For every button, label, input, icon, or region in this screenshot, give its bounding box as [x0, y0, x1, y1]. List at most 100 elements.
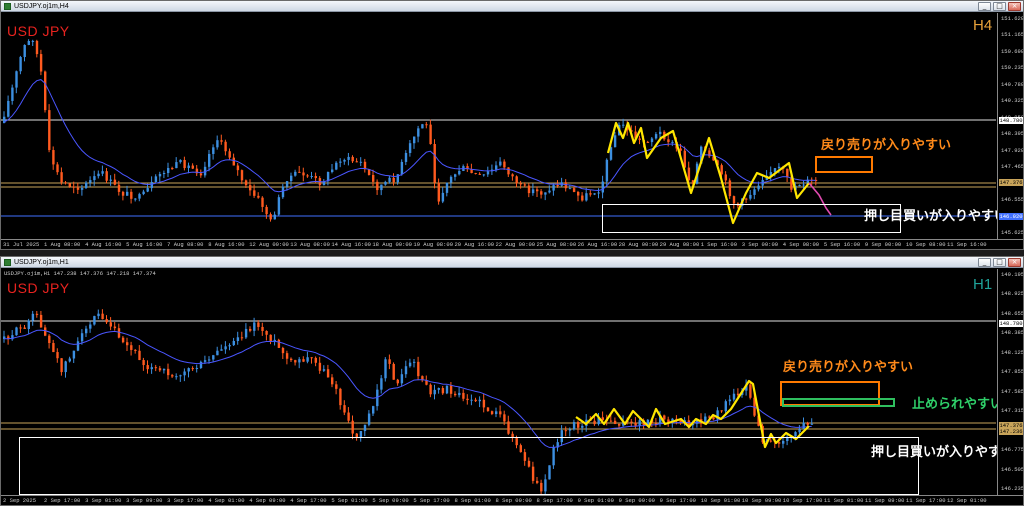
time-tick-label: 14 Aug 16:00 [331, 241, 371, 248]
time-tick-label: 11 Sep 17:00 [905, 497, 946, 504]
bull-candle [777, 166, 781, 169]
window-titlebar[interactable]: USDJPY.oj1m,H4 _ □ × [1, 1, 1023, 12]
support-annotation: 押し目買いが入りやすい [864, 209, 1008, 224]
bear-candle [253, 190, 256, 196]
bear-candle [613, 420, 617, 425]
bear-candle [388, 359, 391, 364]
minimize-button[interactable]: _ [978, 2, 991, 11]
bull-candle [572, 422, 576, 430]
maximize-button[interactable]: □ [993, 2, 1006, 11]
bear-candle [269, 334, 272, 342]
bear-candle [68, 183, 71, 187]
time-tick-label: 3 Sep 17:00 [167, 497, 204, 504]
bear-candle [732, 196, 736, 204]
bull-candle [331, 169, 334, 172]
bear-candle [35, 40, 39, 55]
window-titlebar[interactable]: USDJPY.oj1m,H1 _ □ × [1, 257, 1023, 268]
sell-zone-box [815, 156, 873, 173]
bear-candle [503, 414, 506, 422]
bull-candle [417, 128, 420, 137]
price-tick-label: 147.855 [1001, 368, 1024, 376]
time-tick-label: 2 Sep 17:00 [44, 497, 81, 504]
bear-candle [19, 327, 22, 329]
bull-candle [31, 313, 35, 321]
bear-candle [56, 352, 59, 359]
bull-candle [162, 368, 166, 371]
bull-candle [208, 359, 211, 361]
bull-candle [7, 100, 10, 117]
time-tick-label: 4 Sep 08:00 [782, 241, 820, 248]
bear-candle [527, 185, 531, 194]
bear-candle [372, 175, 375, 182]
bear-candle [265, 330, 268, 335]
bear-candle [449, 385, 453, 394]
bear-candle [335, 384, 338, 389]
bear-candle [474, 173, 477, 175]
bear-candle [60, 172, 63, 183]
time-tick-label: 20 Aug 16:00 [454, 241, 495, 248]
bear-candle [556, 185, 559, 187]
bull-candle [413, 136, 416, 144]
price-tick-label: 151.165 [1001, 31, 1024, 39]
bull-candle [126, 191, 129, 196]
bear-candle [749, 384, 752, 398]
price-tick-label: 147.920 [1001, 146, 1024, 154]
bull-candle [380, 378, 383, 390]
minimize-button[interactable]: _ [978, 258, 991, 267]
chart-window-h1[interactable]: USDJPY.oj1m,H1 _ □ × USDJPY.oj1m,H1 147.… [0, 256, 1024, 506]
close-button[interactable]: × [1008, 258, 1021, 267]
bear-candle [581, 195, 584, 201]
time-tick-label: 8 Sep 01:00 [454, 497, 491, 504]
bear-candle [536, 189, 539, 192]
bear-candle [523, 184, 527, 186]
bull-candle [277, 197, 281, 215]
bull-candle [622, 124, 625, 126]
bear-candle [482, 399, 486, 408]
bull-candle [31, 40, 35, 42]
time-tick-label: 8 Sep 09:00 [495, 497, 532, 504]
maximize-button[interactable]: □ [993, 258, 1006, 267]
bull-candle [613, 135, 617, 148]
bear-candle [240, 337, 244, 339]
bull-candle [749, 194, 752, 199]
bull-candle [458, 171, 461, 175]
bull-candle [458, 392, 461, 396]
bull-candle [372, 406, 375, 414]
bull-candle [154, 176, 158, 183]
bull-candle [232, 341, 235, 346]
bull-candle [216, 350, 219, 356]
bear-candle [257, 322, 260, 327]
bear-candle [417, 361, 420, 377]
bull-candle [802, 184, 805, 186]
price-axis[interactable]: 151.620 151.165 150.690 150.235 149.780 149.3… [997, 13, 1024, 239]
bull-candle [445, 385, 449, 394]
price-axis[interactable]: 149.195 148.925 148.655 148.385 148.125 147.8… [997, 269, 1024, 495]
bull-candle [650, 138, 654, 143]
bull-candle [179, 375, 182, 377]
time-axis[interactable]: 31 Jul 2025 1 Aug 08:00 4 Aug 16:00 5 Aug 1… [1, 239, 1023, 249]
close-button[interactable]: × [1008, 2, 1021, 11]
bear-candle [679, 148, 682, 151]
bull-candle [142, 191, 145, 195]
bull-candle [19, 57, 22, 72]
bear-candle [302, 359, 305, 362]
bull-candle [798, 429, 801, 433]
price-tick-label: 151.620 [1001, 15, 1024, 22]
time-axis[interactable]: 2 Sep 2025 2 Sep 17:00 3 Sep 01:00 3 Sep 09… [1, 495, 1023, 505]
bull-candle [187, 368, 190, 372]
bull-candle [380, 184, 383, 191]
bull-candle [413, 361, 416, 363]
bull-candle [671, 141, 674, 143]
bear-candle [351, 420, 354, 434]
time-tick-label: 5 Sep 16:00 [823, 241, 861, 248]
chart-window-icon [4, 259, 11, 266]
bull-candle [605, 159, 609, 182]
bear-candle [347, 412, 350, 421]
bear-candle [564, 182, 568, 189]
chart-window-h4[interactable]: USDJPY.oj1m,H4 _ □ × USD JPY H4 戻り売りが入りや… [0, 0, 1024, 250]
bear-candle [72, 186, 76, 188]
bull-candle [449, 176, 453, 183]
bear-candle [646, 141, 650, 143]
bull-candle [757, 185, 760, 190]
bull-candle [89, 324, 92, 329]
